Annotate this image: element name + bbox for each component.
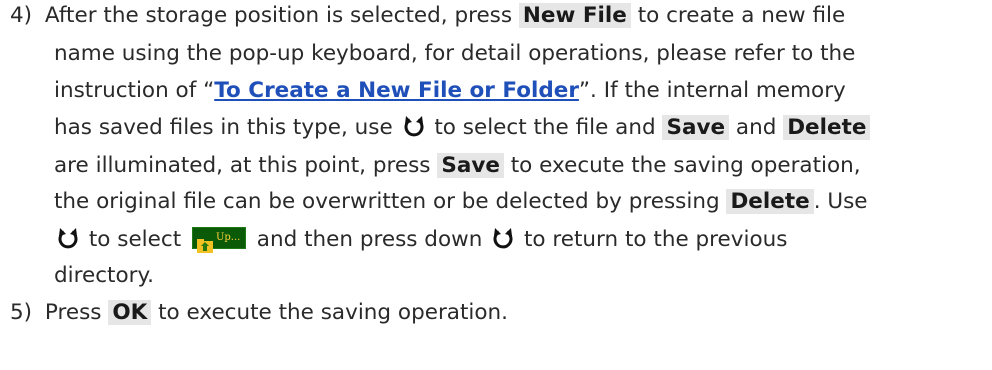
text: to execute the saving operation.	[151, 300, 508, 325]
save-label: Save	[662, 115, 730, 140]
step4-number: 4)	[10, 3, 33, 28]
step5-number: 5)	[10, 300, 33, 325]
text: and	[729, 115, 784, 140]
text: name using the pop-up keyboard, for deta…	[54, 41, 856, 66]
step4-line3: instruction of “To Create a New File or …	[54, 75, 846, 107]
text: to select the file and	[427, 115, 663, 140]
text: and then press down	[249, 227, 490, 252]
text: After the storage position is selected, …	[44, 3, 519, 28]
text: . Use	[813, 189, 868, 214]
step4-line4: has saved files in this type, use to sel…	[54, 112, 871, 144]
step4-line1: 4) After the storage position is selecte…	[10, 0, 845, 32]
delete-label: Delete	[783, 115, 871, 140]
text: are illuminated, at this point, press	[54, 153, 438, 178]
text: to create a new file	[630, 3, 846, 28]
text: has saved files in this type, use	[54, 115, 400, 140]
text: ”. If the internal memory	[578, 78, 846, 103]
new-file-label: New File	[518, 3, 631, 28]
ok-label: OK	[108, 300, 152, 325]
folder-up-icon	[196, 231, 213, 253]
step4-line5: are illuminated, at this point, press Sa…	[54, 150, 861, 182]
step4-line8: directory.	[54, 260, 154, 292]
save-label: Save	[437, 153, 504, 178]
text: the original file can be overwritten or …	[54, 189, 727, 214]
step5-line: 5) Press OK to execute the saving operat…	[10, 297, 508, 329]
step4-line2: name using the pop-up keyboard, for deta…	[54, 38, 855, 70]
rotary-knob-icon	[400, 116, 428, 148]
text: directory.	[54, 263, 154, 288]
text: instruction of “	[54, 78, 215, 103]
create-new-file-link[interactable]: To Create a New File or Folder	[214, 78, 579, 103]
text: to select	[82, 227, 188, 252]
rotary-knob-icon	[54, 228, 82, 260]
delete-label: Delete	[726, 189, 814, 214]
rotary-knob-icon	[489, 228, 517, 260]
folder-up-button: Up...	[191, 227, 246, 253]
step4-line7: to select Up... and then press down to r…	[54, 224, 787, 256]
text: Press	[44, 300, 109, 325]
text: to execute the saving operation,	[503, 153, 861, 178]
text: to return to the previous	[517, 227, 788, 252]
step4-line6: the original file can be overwritten or …	[54, 186, 868, 218]
up-label: Up...	[215, 232, 241, 243]
